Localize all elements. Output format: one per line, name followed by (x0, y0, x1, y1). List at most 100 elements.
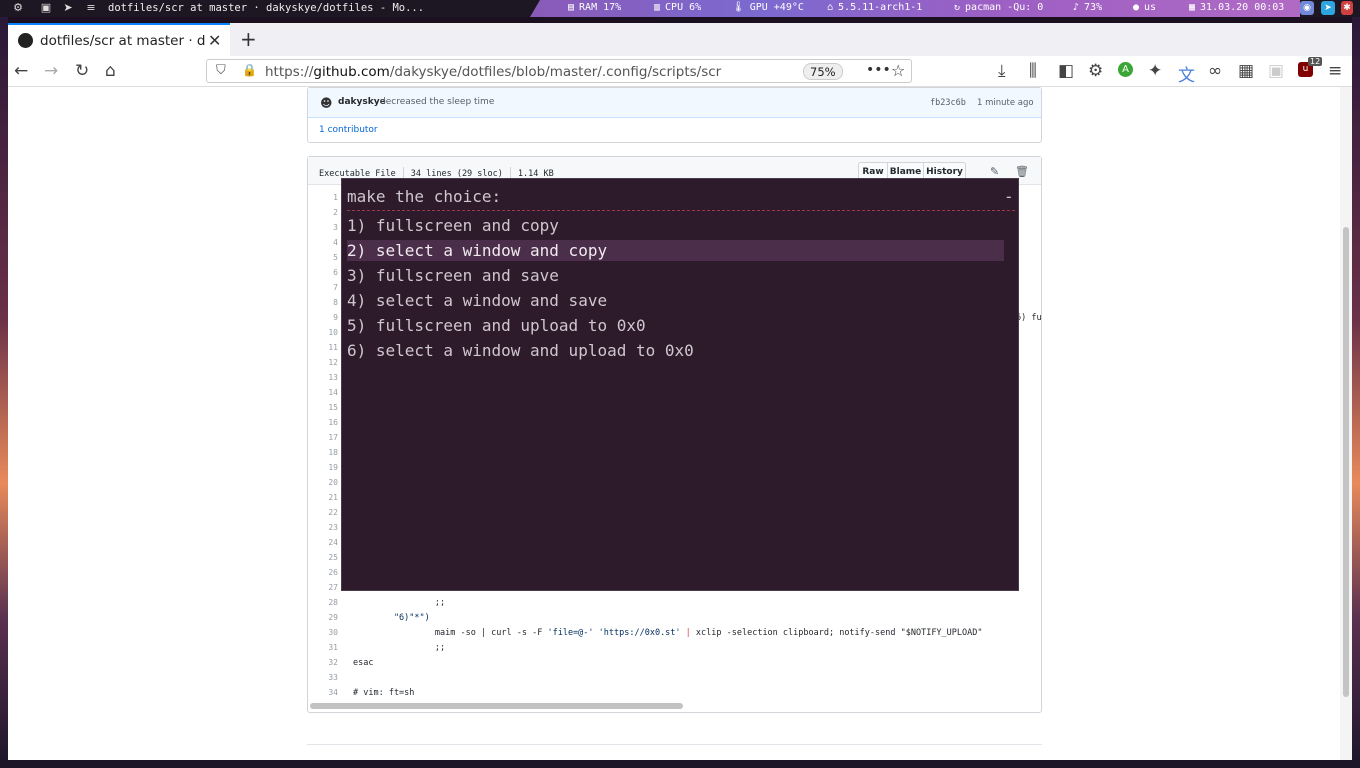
commit-author[interactable]: dakyskye (338, 97, 386, 107)
menu-option-selected[interactable]: 2) select a window and copy (347, 240, 1004, 261)
downloads-icon[interactable]: ⤓ (998, 61, 1006, 81)
glasses-icon[interactable]: ∞ (1208, 61, 1222, 81)
page-actions-icon[interactable]: ••• (866, 62, 891, 78)
globe-icon: ● (1133, 2, 1140, 13)
line-number[interactable]: 1 (308, 193, 338, 202)
translate-icon[interactable]: 文 (1178, 61, 1195, 86)
menu-option[interactable]: 5) fullscreen and upload to 0x0 (347, 315, 1004, 336)
line-number[interactable]: 17 (308, 433, 338, 442)
line-number[interactable]: 13 (308, 373, 338, 382)
grid-extension-icon[interactable]: ▦ (1238, 61, 1254, 81)
vertical-scrollbar[interactable] (1340, 87, 1352, 760)
sidebar-icon[interactable]: ◧ (1058, 61, 1074, 81)
active-window-title: dotfiles/scr at master · dakyskye/dotfil… (108, 2, 425, 14)
back-icon[interactable]: ← (14, 61, 28, 81)
url-text[interactable]: https://github.com/dakyskye/dotfiles/blo… (265, 64, 721, 80)
kernel-icon: ⌂ (827, 2, 834, 13)
line-number[interactable]: 24 (308, 538, 338, 547)
line-number[interactable]: 27 (308, 583, 338, 592)
account-extension-icon[interactable]: A (1118, 62, 1133, 77)
library-icon[interactable]: ⫼ (1029, 61, 1037, 81)
line-number[interactable]: 29 (308, 613, 338, 622)
date-module: ▦ 31.03.20 00:03 (1189, 2, 1285, 13)
line-number[interactable]: 7 (308, 283, 338, 292)
zoom-indicator[interactable]: 75% (803, 63, 843, 80)
line-number[interactable]: 34 (308, 688, 338, 697)
line-number[interactable]: 14 (308, 388, 338, 397)
keyboard-layout-module[interactable]: ● us (1133, 2, 1156, 13)
line-number[interactable]: 3 (308, 223, 338, 232)
menu-option[interactable]: 3) fullscreen and save (347, 265, 1004, 286)
line-number[interactable]: 30 (308, 628, 338, 637)
line-number[interactable]: 20 (308, 478, 338, 487)
gnome-extension-icon[interactable]: ✦ (1148, 61, 1162, 81)
telegram-tray-icon[interactable]: ➤ (1321, 1, 1335, 15)
line-number[interactable]: 5 (308, 253, 338, 262)
arch-logo-icon[interactable]: ⚙ (12, 2, 24, 14)
line-number[interactable]: 21 (308, 493, 338, 502)
line-number[interactable]: 25 (308, 553, 338, 562)
chat-workspace-icon[interactable]: ≡ (85, 2, 97, 14)
line-number[interactable]: 6 (308, 268, 338, 277)
commit-time: 1 minute ago (977, 98, 1034, 108)
line-number[interactable]: 4 (308, 238, 338, 247)
menu-option[interactable]: 1) fullscreen and copy (347, 215, 1004, 236)
lock-icon[interactable]: 🔒 (242, 63, 257, 77)
menu-icon[interactable]: ≡ (1328, 61, 1342, 81)
line-number[interactable]: 19 (308, 463, 338, 472)
forward-icon[interactable]: → (44, 61, 58, 81)
tracking-shield-icon[interactable]: ⛉ (216, 63, 226, 78)
line-number[interactable]: 26 (308, 568, 338, 577)
commit-row: ☻ dakyskye decreased the sleep time fb23… (308, 88, 1041, 118)
line-number[interactable]: 12 (308, 358, 338, 367)
discord-tray-icon[interactable]: ◉ (1300, 1, 1314, 15)
line-number[interactable]: 2 (308, 208, 338, 217)
app-tray-icon[interactable]: ✱ (1341, 1, 1353, 15)
menu-option[interactable]: 6) select a window and upload to 0x0 (347, 340, 1004, 361)
new-tab-button[interactable]: + (240, 27, 257, 51)
line-number[interactable]: 8 (308, 298, 338, 307)
memory-icon: ▤ (568, 2, 575, 13)
scrollbar-thumb[interactable] (1343, 227, 1349, 697)
line-number[interactable]: 32 (308, 658, 338, 667)
url-bar[interactable]: ⛉ 🔒 https://github.com/dakyskye/dotfiles… (206, 59, 912, 83)
home-icon[interactable]: ⌂ (105, 61, 116, 81)
line-number[interactable]: 18 (308, 448, 338, 457)
contributors-link[interactable]: 1 contributor (319, 125, 378, 135)
latest-commit-box: ☻ dakyskye decreased the sleep time fb23… (307, 87, 1042, 143)
close-tab-icon[interactable]: ✕ (208, 31, 221, 50)
kernel-module: ⌂ 5.5.11-arch1-1 (827, 2, 923, 13)
github-icon (18, 33, 33, 48)
reload-icon[interactable]: ↻ (75, 61, 89, 81)
delete-trash-icon[interactable]: 🗑 (1015, 165, 1029, 178)
line-number[interactable]: 22 (308, 508, 338, 517)
line-number[interactable]: 28 (308, 598, 338, 607)
workspace-icon[interactable]: ▣ (40, 2, 52, 14)
desktop-wallpaper-bottom (0, 760, 1360, 768)
extension-icon[interactable]: ⚙ (1088, 61, 1103, 81)
line-number[interactable]: 10 (308, 328, 338, 337)
disabled-extension-icon[interactable]: ▣ (1268, 61, 1284, 81)
line-number[interactable]: 15 (308, 403, 338, 412)
telegram-workspace-icon[interactable]: ➤ (62, 2, 74, 14)
line-number[interactable]: 33 (308, 673, 338, 682)
avatar[interactable]: ☻ (320, 96, 333, 110)
ublock-badge: 12 (1308, 57, 1323, 66)
pacman-module[interactable]: ↻ pacman -Qu: 0 (954, 2, 1043, 13)
commit-message[interactable]: decreased the sleep time (380, 97, 494, 107)
footer-divider (307, 744, 1042, 745)
volume-module[interactable]: ♪ 73% (1073, 2, 1102, 13)
code-line-29: "6)"*") (353, 613, 430, 623)
line-number[interactable]: 31 (308, 643, 338, 652)
line-number[interactable]: 11 (308, 343, 338, 352)
line-number[interactable]: 16 (308, 418, 338, 427)
edit-pencil-icon[interactable]: ✎ (990, 165, 999, 178)
line-number[interactable]: 23 (308, 523, 338, 532)
commit-sha[interactable]: fb23c6b (930, 98, 966, 108)
code-line-34: # vim: ft=sh (353, 688, 415, 698)
menu-option[interactable]: 4) select a window and save (347, 290, 1004, 311)
bookmark-star-icon[interactable]: ☆ (891, 61, 905, 80)
horizontal-scrollbar[interactable] (310, 703, 683, 709)
line-number[interactable]: 9 (308, 313, 338, 322)
tab-active[interactable]: dotfiles/scr at master · dakyskye/dotfil… (8, 23, 230, 56)
